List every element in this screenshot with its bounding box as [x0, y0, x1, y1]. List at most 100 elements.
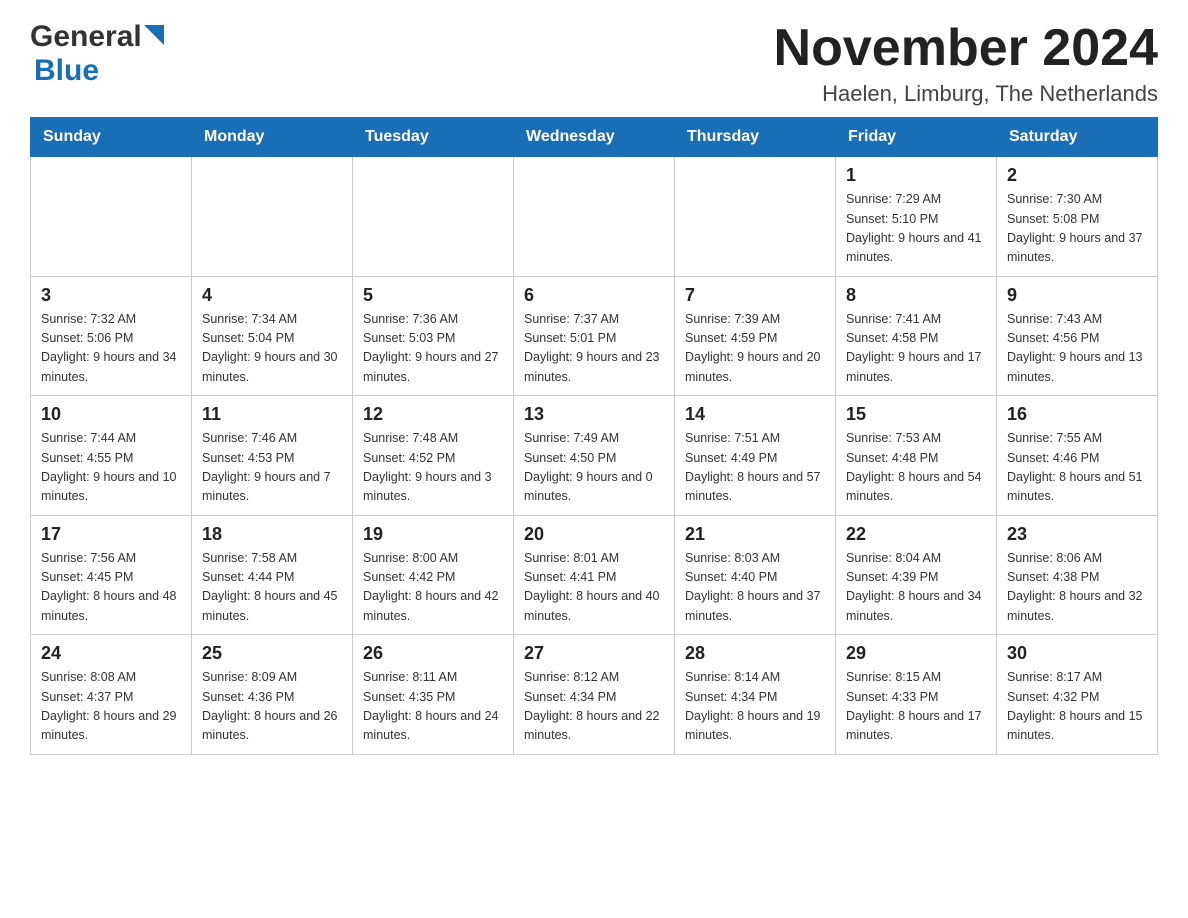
- day-info: Sunrise: 8:04 AM Sunset: 4:39 PM Dayligh…: [846, 549, 986, 627]
- calendar-cell: 18 Sunrise: 7:58 AM Sunset: 4:44 PM Dayli…: [192, 515, 353, 635]
- day-number: 20: [524, 524, 664, 545]
- day-info: Sunrise: 7:36 AM Sunset: 5:03 PM Dayligh…: [363, 310, 503, 388]
- day-number: 14: [685, 404, 825, 425]
- day-number: 18: [202, 524, 342, 545]
- calendar-cell: 16Sunrise: 7:55 AM Sunset: 4:46 PM Dayli…: [997, 396, 1158, 516]
- calendar-cell: 26 Sunrise: 8:11 AM Sunset: 4:35 PM Dayli…: [353, 635, 514, 755]
- week-row-1: 1 Sunrise: 7:29 AM Sunset: 5:10 PM Daylig…: [31, 157, 1158, 277]
- logo-top: General: [30, 20, 164, 54]
- day-number: 21: [685, 524, 825, 545]
- col-header-monday: Monday: [192, 118, 353, 157]
- day-number: 28: [685, 643, 825, 664]
- day-number: 2: [1007, 165, 1147, 186]
- calendar-cell: 12 Sunrise: 7:48 AM Sunset: 4:52 PM Dayli…: [353, 396, 514, 516]
- logo: General Blue: [30, 20, 164, 88]
- calendar-cell: 27Sunrise: 8:12 AM Sunset: 4:34 PM Dayli…: [514, 635, 675, 755]
- day-number: 6: [524, 285, 664, 306]
- page-header: General Blue November 2024 Haelen, Limbu…: [30, 20, 1158, 107]
- col-header-friday: Friday: [836, 118, 997, 157]
- calendar-cell: 15Sunrise: 7:53 AM Sunset: 4:48 PM Dayli…: [836, 396, 997, 516]
- calendar-cell: 7Sunrise: 7:39 AM Sunset: 4:59 PM Daylig…: [675, 276, 836, 396]
- day-info: Sunrise: 7:34 AM Sunset: 5:04 PM Dayligh…: [202, 310, 342, 388]
- day-number: 12: [363, 404, 503, 425]
- day-info: Sunrise: 7:56 AM Sunset: 4:45 PM Dayligh…: [41, 549, 181, 627]
- logo-triangle-icon: [144, 25, 164, 45]
- col-header-sunday: Sunday: [31, 118, 192, 157]
- day-info: Sunrise: 7:48 AM Sunset: 4:52 PM Dayligh…: [363, 429, 503, 507]
- col-header-thursday: Thursday: [675, 118, 836, 157]
- day-info: Sunrise: 7:58 AM Sunset: 4:44 PM Dayligh…: [202, 549, 342, 627]
- day-number: 29: [846, 643, 986, 664]
- day-info: Sunrise: 7:32 AM Sunset: 5:06 PM Dayligh…: [41, 310, 181, 388]
- calendar-cell: 28 Sunrise: 8:14 AM Sunset: 4:34 PM Dayli…: [675, 635, 836, 755]
- week-row-5: 24 Sunrise: 8:08 AM Sunset: 4:37 PM Dayli…: [31, 635, 1158, 755]
- calendar-cell: 17 Sunrise: 7:56 AM Sunset: 4:45 PM Dayli…: [31, 515, 192, 635]
- calendar-cell: 14 Sunrise: 7:51 AM Sunset: 4:49 PM Dayli…: [675, 396, 836, 516]
- calendar-cell: 3Sunrise: 7:32 AM Sunset: 5:06 PM Daylig…: [31, 276, 192, 396]
- day-info: Sunrise: 8:15 AM Sunset: 4:33 PM Dayligh…: [846, 668, 986, 746]
- day-number: 13: [524, 404, 664, 425]
- calendar-cell: 1 Sunrise: 7:29 AM Sunset: 5:10 PM Daylig…: [836, 157, 997, 277]
- week-row-4: 17 Sunrise: 7:56 AM Sunset: 4:45 PM Dayli…: [31, 515, 1158, 635]
- day-number: 8: [846, 285, 986, 306]
- day-number: 17: [41, 524, 181, 545]
- logo-general: General: [30, 20, 142, 54]
- calendar-cell: 11Sunrise: 7:46 AM Sunset: 4:53 PM Dayli…: [192, 396, 353, 516]
- day-info: Sunrise: 8:00 AM Sunset: 4:42 PM Dayligh…: [363, 549, 503, 627]
- day-number: 19: [363, 524, 503, 545]
- day-info: Sunrise: 7:55 AM Sunset: 4:46 PM Dayligh…: [1007, 429, 1147, 507]
- day-info: Sunrise: 7:41 AM Sunset: 4:58 PM Dayligh…: [846, 310, 986, 388]
- day-info: Sunrise: 7:29 AM Sunset: 5:10 PM Dayligh…: [846, 190, 986, 268]
- calendar-cell: 20 Sunrise: 8:01 AM Sunset: 4:41 PM Dayli…: [514, 515, 675, 635]
- calendar-cell: 8 Sunrise: 7:41 AM Sunset: 4:58 PM Daylig…: [836, 276, 997, 396]
- calendar-cell: 22 Sunrise: 8:04 AM Sunset: 4:39 PM Dayli…: [836, 515, 997, 635]
- calendar-cell: 13 Sunrise: 7:49 AM Sunset: 4:50 PM Dayli…: [514, 396, 675, 516]
- calendar-cell: [31, 157, 192, 277]
- calendar-table: SundayMondayTuesdayWednesdayThursdayFrid…: [30, 117, 1158, 755]
- day-info: Sunrise: 7:44 AM Sunset: 4:55 PM Dayligh…: [41, 429, 181, 507]
- day-number: 10: [41, 404, 181, 425]
- day-info: Sunrise: 8:14 AM Sunset: 4:34 PM Dayligh…: [685, 668, 825, 746]
- calendar-cell: 5 Sunrise: 7:36 AM Sunset: 5:03 PM Daylig…: [353, 276, 514, 396]
- day-info: Sunrise: 8:12 AM Sunset: 4:34 PM Dayligh…: [524, 668, 664, 746]
- calendar-cell: 6 Sunrise: 7:37 AM Sunset: 5:01 PM Daylig…: [514, 276, 675, 396]
- calendar-cell: 2 Sunrise: 7:30 AM Sunset: 5:08 PM Daylig…: [997, 157, 1158, 277]
- day-info: Sunrise: 7:49 AM Sunset: 4:50 PM Dayligh…: [524, 429, 664, 507]
- day-info: Sunrise: 8:08 AM Sunset: 4:37 PM Dayligh…: [41, 668, 181, 746]
- day-number: 22: [846, 524, 986, 545]
- day-number: 7: [685, 285, 825, 306]
- day-info: Sunrise: 7:30 AM Sunset: 5:08 PM Dayligh…: [1007, 190, 1147, 268]
- day-info: Sunrise: 8:17 AM Sunset: 4:32 PM Dayligh…: [1007, 668, 1147, 746]
- day-number: 23: [1007, 524, 1147, 545]
- calendar-cell: 9 Sunrise: 7:43 AM Sunset: 4:56 PM Daylig…: [997, 276, 1158, 396]
- calendar-cell: [353, 157, 514, 277]
- calendar-cell: 30Sunrise: 8:17 AM Sunset: 4:32 PM Dayli…: [997, 635, 1158, 755]
- day-number: 25: [202, 643, 342, 664]
- col-header-saturday: Saturday: [997, 118, 1158, 157]
- calendar-header-row: SundayMondayTuesdayWednesdayThursdayFrid…: [31, 118, 1158, 157]
- day-number: 15: [846, 404, 986, 425]
- day-info: Sunrise: 8:03 AM Sunset: 4:40 PM Dayligh…: [685, 549, 825, 627]
- month-title: November 2024: [774, 20, 1158, 77]
- day-number: 9: [1007, 285, 1147, 306]
- calendar-cell: 21 Sunrise: 8:03 AM Sunset: 4:40 PM Dayli…: [675, 515, 836, 635]
- day-info: Sunrise: 8:06 AM Sunset: 4:38 PM Dayligh…: [1007, 549, 1147, 627]
- calendar-cell: [675, 157, 836, 277]
- day-info: Sunrise: 8:09 AM Sunset: 4:36 PM Dayligh…: [202, 668, 342, 746]
- day-number: 1: [846, 165, 986, 186]
- day-info: Sunrise: 8:11 AM Sunset: 4:35 PM Dayligh…: [363, 668, 503, 746]
- day-number: 24: [41, 643, 181, 664]
- title-section: November 2024 Haelen, Limburg, The Nethe…: [774, 20, 1158, 107]
- calendar-cell: 29 Sunrise: 8:15 AM Sunset: 4:33 PM Dayli…: [836, 635, 997, 755]
- day-info: Sunrise: 8:01 AM Sunset: 4:41 PM Dayligh…: [524, 549, 664, 627]
- day-info: Sunrise: 7:46 AM Sunset: 4:53 PM Dayligh…: [202, 429, 342, 507]
- day-number: 26: [363, 643, 503, 664]
- day-info: Sunrise: 7:43 AM Sunset: 4:56 PM Dayligh…: [1007, 310, 1147, 388]
- day-number: 5: [363, 285, 503, 306]
- week-row-3: 10 Sunrise: 7:44 AM Sunset: 4:55 PM Dayli…: [31, 396, 1158, 516]
- calendar-cell: [192, 157, 353, 277]
- day-info: Sunrise: 7:51 AM Sunset: 4:49 PM Dayligh…: [685, 429, 825, 507]
- day-info: Sunrise: 7:37 AM Sunset: 5:01 PM Dayligh…: [524, 310, 664, 388]
- calendar-cell: 25 Sunrise: 8:09 AM Sunset: 4:36 PM Dayli…: [192, 635, 353, 755]
- calendar-cell: [514, 157, 675, 277]
